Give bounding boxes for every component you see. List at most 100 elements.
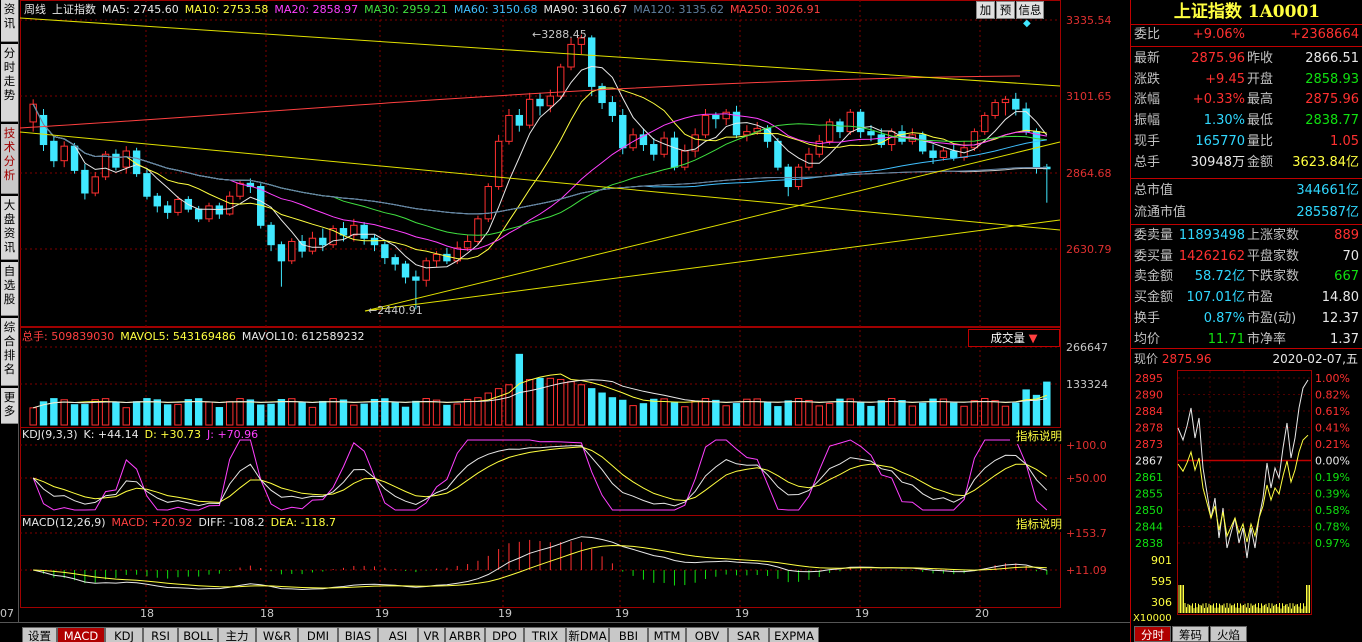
quote-value: +9.45: [1205, 71, 1245, 87]
left-nav-item-0[interactable]: 资讯: [1, 0, 18, 42]
indicator-tab-5[interactable]: 主力: [218, 627, 256, 642]
indicator-tab-10[interactable]: VR: [418, 627, 445, 642]
indicator-tab-14[interactable]: 新DMA: [566, 627, 609, 642]
volume-bar: [267, 403, 275, 426]
left-nav-item-3[interactable]: 大盘资讯: [1, 196, 18, 260]
left-nav-item-5[interactable]: 综合排名: [1, 318, 18, 386]
volume-indicator-selector[interactable]: 成交量 ▼: [968, 329, 1060, 347]
quote-value: 11893498: [1178, 228, 1245, 243]
indicator-tab-16[interactable]: MTM: [648, 627, 686, 642]
volume-bar: [153, 399, 161, 426]
indicator-tab-3[interactable]: RSI: [143, 627, 178, 642]
volume-bar: [650, 398, 658, 426]
price-low-annotation: ←2440.91: [368, 304, 423, 317]
candle-body: [267, 224, 275, 246]
candle-body: [774, 140, 782, 168]
mini-vol-axis-label: 306: [1151, 596, 1172, 609]
indicator-tab-7[interactable]: DMI: [298, 627, 338, 642]
candle-body: [29, 103, 37, 123]
mini-left-axis-label: 2884: [1135, 405, 1163, 418]
indicator-tab-6[interactable]: W&R: [256, 627, 298, 642]
indicator-tab-2[interactable]: KDJ: [105, 627, 143, 642]
volume-bar: [494, 388, 503, 426]
main-chart-area[interactable]: ←3288.45 ←2440.91 ◆ 周线 上证指数 MA5: 2745.60 MA10…: [0, 0, 1134, 622]
indicator-tab-bar: 设置 MACD KDJ RSI BOLL 主力 W&R DMI BIAS ASI VR ARBR DPO…: [0, 622, 1130, 642]
indicator-tab-1[interactable]: MACD: [57, 627, 105, 642]
volume-bar: [1022, 389, 1030, 426]
volume-bar: [763, 402, 772, 426]
quote-label: 卖金额: [1134, 269, 1174, 285]
ma-label-item-3: MA30: 2959.21: [364, 3, 448, 16]
indicator-tab-19[interactable]: EXPMA: [769, 627, 819, 642]
macd-help-button[interactable]: 指标说明: [1010, 516, 1062, 532]
volume-bar: [463, 398, 472, 426]
candle-body: [81, 169, 89, 194]
indicator-tab-18[interactable]: SAR: [728, 627, 769, 642]
volume-bar: [112, 401, 120, 426]
candle-body: [225, 195, 234, 215]
candle-body: [546, 95, 555, 107]
quote-row: 涨幅 +0.33% 最高 2875.96: [1131, 90, 1362, 110]
candle-body: [422, 260, 430, 281]
header-button-0[interactable]: 加: [976, 1, 995, 19]
right-tab-2[interactable]: 火焰: [1210, 626, 1247, 642]
candle-body: [370, 237, 379, 246]
candle-body: [867, 131, 875, 136]
volume-bar: [784, 400, 792, 426]
volume-bar: [122, 407, 130, 426]
indicator-tab-17[interactable]: OBV: [686, 627, 728, 642]
left-nav-item-6[interactable]: 更多: [1, 388, 18, 424]
mini-right-axis-label: 0.39%: [1315, 488, 1350, 501]
mini-left-axis-label: 2838: [1135, 537, 1163, 550]
left-nav-item-4[interactable]: 自选股: [1, 262, 18, 316]
volume-bar: [443, 404, 451, 426]
indicator-tab-15[interactable]: BBI: [609, 627, 648, 642]
volume-bar: [722, 405, 730, 426]
quote-row: 现手 165770 量比 1.05: [1131, 132, 1362, 152]
candle-body: [474, 218, 482, 242]
market-cap-value: 285587亿: [1296, 205, 1359, 220]
intraday-mini-chart[interactable]: 2895 1.00% 2890 0.82% 2884 0.61% 2878 0.41% 2873…: [1131, 368, 1362, 624]
indicator-tab-12[interactable]: DPO: [485, 627, 524, 642]
volume-bar: [846, 398, 855, 426]
market-cap-label: 流通市值: [1134, 205, 1187, 220]
volume-bar: [660, 398, 668, 426]
right-tab-0[interactable]: 分时: [1134, 626, 1171, 642]
indicator-tab-13[interactable]: TRIX: [524, 627, 566, 642]
indicator-tab-8[interactable]: BIAS: [338, 627, 378, 642]
candle-body: [319, 237, 327, 246]
volume-bar: [174, 403, 182, 426]
mini-right-axis-label: 1.00%: [1315, 372, 1350, 385]
volume-bar: [794, 397, 803, 426]
header-button-2[interactable]: 信息: [1016, 1, 1044, 19]
header-button-1[interactable]: 预: [996, 1, 1015, 19]
candle-body: [505, 114, 513, 142]
macd-label-item-0: MACD(12,26,9): [22, 516, 106, 529]
left-nav-item-1[interactable]: 分时走势: [1, 44, 18, 122]
left-nav-item-2[interactable]: 技术分析: [1, 124, 18, 194]
quote-row: 委买量 14262162 平盘家数 70: [1131, 247, 1362, 267]
mini-left-axis-label: 2844: [1135, 521, 1163, 534]
candle-body: [205, 205, 213, 220]
right-tab-1[interactable]: 筹码: [1172, 626, 1209, 642]
kdj-axis-label: +50.00: [1066, 472, 1107, 485]
indicator-tab-9[interactable]: ASI: [378, 627, 418, 642]
indicator-tab-11[interactable]: ARBR: [445, 627, 485, 642]
quote-row: 振幅 1.30% 最低 2838.77: [1131, 111, 1362, 131]
volume-bar: [91, 399, 99, 426]
kdj-help-button[interactable]: 指标说明: [1010, 428, 1062, 444]
candle-body: [608, 102, 617, 116]
candle-body: [660, 137, 668, 155]
indicator-tab-0[interactable]: 设置: [22, 627, 57, 642]
volume-bar: [908, 405, 917, 426]
quote-label: 市盈: [1247, 290, 1274, 306]
quote-value: 889: [1334, 228, 1359, 243]
volume-bar: [753, 398, 761, 426]
period-label: 周线: [24, 3, 46, 16]
indicator-tab-4[interactable]: BOLL: [178, 627, 218, 642]
mini-right-axis-label: 0.19%: [1315, 471, 1350, 484]
candle-body: [401, 263, 410, 278]
ma-line-20: [32, 103, 1047, 251]
quote-label: 最新: [1134, 51, 1161, 66]
volume-bar: [732, 403, 741, 426]
